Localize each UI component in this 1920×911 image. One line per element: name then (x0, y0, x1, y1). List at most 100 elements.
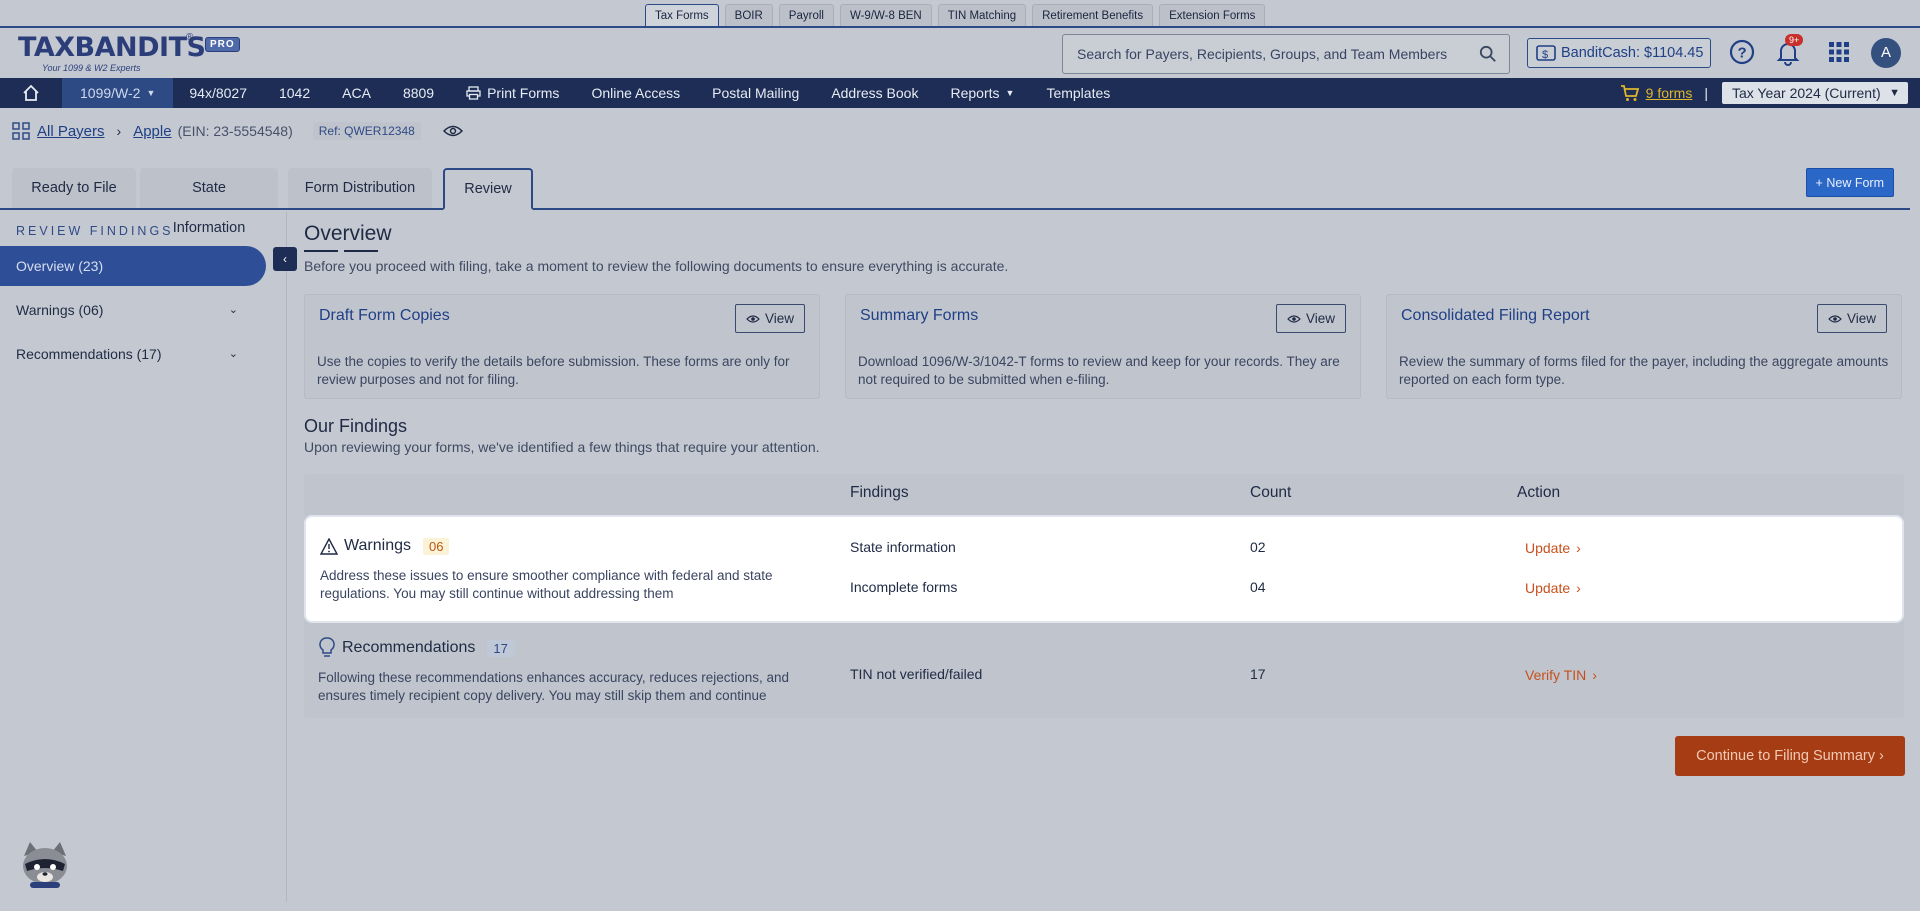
breadcrumb-all-payers[interactable]: All Payers (37, 123, 105, 140)
card-consolidated-filing-report: Consolidated Filing Report View Review t… (1386, 294, 1902, 399)
product-tab-boir[interactable]: BOIR (724, 4, 773, 26)
chevron-down-icon: ⌄ (228, 348, 238, 360)
raccoon-mascot-icon[interactable] (18, 838, 72, 890)
svg-text:$: $ (1542, 49, 1548, 61)
tab-state-information[interactable]: State Information (140, 168, 278, 236)
taxbandits-logo[interactable]: TAXBANDITS ® Your 1099 & W2 Experts PRO (18, 32, 240, 74)
product-tab-payroll[interactable]: Payroll (778, 4, 834, 26)
tab-review[interactable]: Review (443, 168, 533, 210)
product-tab-tin-matching[interactable]: TIN Matching (937, 4, 1027, 26)
app-grid-icon[interactable] (1825, 38, 1853, 66)
verify-tin-label: Verify TIN (1525, 667, 1587, 683)
nav-94x-8027[interactable]: 94x/8027 (173, 78, 263, 108)
nav-8809[interactable]: 8809 (387, 78, 450, 108)
chevron-down-icon: ▼ (1889, 87, 1900, 99)
sidebar-collapse-button[interactable]: ‹ (273, 247, 297, 271)
sidebar-item-recommendations[interactable]: Recommendations (17) ⌄ (0, 334, 266, 374)
nav-separator: | (1704, 85, 1708, 101)
nav-1099-w2-label: 1099/W-2 (80, 85, 141, 101)
tab-ready-to-file[interactable]: Ready to File (12, 168, 136, 208)
nav-1042[interactable]: 1042 (263, 78, 326, 108)
product-tab-retirement-benefits[interactable]: Retirement Benefits (1032, 4, 1154, 26)
logo-wordmark: TAXBANDITS (18, 32, 206, 63)
search-input[interactable] (1077, 43, 1467, 65)
warning-triangle-icon (320, 537, 338, 555)
logo-registered-mark: ® (186, 32, 194, 43)
eye-icon (1287, 314, 1301, 323)
card-description: Download 1096/W-3/1042-T forms to review… (858, 354, 1340, 387)
count-incomplete-forms: 04 (1250, 579, 1266, 595)
title-underline (344, 250, 378, 252)
tab-form-distribution[interactable]: Form Distribution (288, 168, 432, 208)
nav-1099-w2[interactable]: 1099/W-2 ▼ (62, 78, 174, 108)
help-icon[interactable]: ? (1728, 38, 1756, 66)
chevron-right-icon: › (1576, 540, 1581, 556)
product-tab-strip: Tax Forms BOIR Payroll W-9/W-8 BEN TIN M… (0, 0, 1920, 28)
product-tab-w9-w8ben[interactable]: W-9/W-8 BEN (839, 4, 932, 26)
card-summary-forms: Summary Forms View Download 1096/W-3/104… (845, 294, 1361, 399)
chevron-down-icon: ▼ (1005, 88, 1015, 98)
cart-link[interactable]: 9 forms (1620, 84, 1692, 102)
view-label: View (1305, 311, 1336, 326)
count-state-information: 02 (1250, 539, 1266, 555)
nav-print-forms-label: Print Forms (487, 85, 560, 101)
home-icon (23, 84, 39, 101)
tax-year-select[interactable]: Tax Year 2024 (Current) ▼ (1722, 82, 1908, 104)
card-draft-form-copies: Draft Form Copies View Use the copies to… (304, 294, 820, 399)
pro-badge: PRO (205, 37, 240, 52)
recommendations-count-badge: 17 (487, 639, 514, 657)
nav-reports[interactable]: Reports ▼ (934, 78, 1030, 108)
nav-right-group: 9 forms | Tax Year 2024 (Current) ▼ (1620, 78, 1920, 108)
bandit-cash-button[interactable]: $ BanditCash: $1104.45 (1527, 38, 1711, 68)
breadcrumb-payer[interactable]: Apple (133, 123, 171, 140)
recommendations-row: Recommendations 17 Following these recom… (304, 625, 1904, 718)
view-button[interactable]: View (1276, 304, 1346, 333)
logo-tagline: Your 1099 & W2 Experts (42, 63, 141, 73)
sidebar-item-warnings-label: Warnings (06) (16, 302, 104, 318)
cart-icon (1620, 85, 1639, 101)
lightbulb-icon (319, 637, 335, 657)
breadcrumb: All Payers › Apple (EIN: 23-5554548) Ref… (0, 110, 1920, 152)
eye-icon[interactable] (442, 124, 463, 138)
update-incomplete-forms-button[interactable]: Update › (1525, 580, 1581, 596)
view-button[interactable]: View (735, 304, 805, 333)
nav-address-book[interactable]: Address Book (815, 78, 934, 108)
home-button[interactable] (0, 78, 62, 108)
nav-aca[interactable]: ACA (326, 78, 387, 108)
sidebar-item-warnings[interactable]: Warnings (06) ⌄ (0, 290, 266, 330)
search-icon[interactable] (1479, 45, 1497, 63)
recommendations-label: Recommendations (342, 639, 476, 656)
main-navbar: 1099/W-2 ▼ 94x/8027 1042 ACA 8809 Print … (0, 78, 1920, 108)
new-form-button[interactable]: + New Form (1805, 168, 1894, 197)
chevron-down-icon: ⌄ (228, 304, 238, 316)
overview-title: Overview (304, 222, 392, 245)
card-description: Use the copies to verify the details bef… (317, 354, 790, 387)
product-tab-extension-forms[interactable]: Extension Forms (1159, 4, 1266, 26)
warnings-count-badge: 06 (422, 537, 450, 555)
update-label: Update (1525, 540, 1571, 556)
nav-postal-mailing[interactable]: Postal Mailing (696, 78, 815, 108)
notification-badge: 9+ (1785, 34, 1804, 46)
product-tab-tax-forms[interactable]: Tax Forms (645, 4, 719, 26)
header-findings: Findings (850, 484, 909, 501)
nav-print-forms[interactable]: Print Forms (450, 78, 575, 108)
update-label: Update (1525, 580, 1571, 596)
user-avatar[interactable]: A (1871, 38, 1901, 68)
verify-tin-button[interactable]: Verify TIN › (1525, 667, 1597, 683)
header-action: Action (1517, 484, 1561, 501)
continue-to-filing-summary-button[interactable]: Continue to Filing Summary › (1675, 736, 1905, 776)
nav-online-access[interactable]: Online Access (575, 78, 696, 108)
view-button[interactable]: View (1817, 304, 1887, 333)
review-page-tabs: Ready to File State Information Form Dis… (0, 168, 1910, 236)
new-form-label: New Form (1826, 176, 1884, 190)
nav-reports-label: Reports (950, 85, 1000, 101)
sidebar-item-overview[interactable]: Overview (23) (0, 246, 266, 286)
review-sidebar: REVIEW FINDINGS Overview (23) Warnings (… (0, 212, 287, 902)
card-title: Summary Forms (860, 307, 979, 324)
update-state-information-button[interactable]: Update › (1525, 540, 1581, 556)
overview-subtitle: Before you proceed with filing, take a m… (304, 258, 1009, 274)
nav-templates[interactable]: Templates (1030, 78, 1126, 108)
card-description: Review the summary of forms filed for th… (1399, 354, 1889, 387)
continue-label: Continue to Filing Summary (1696, 748, 1876, 764)
app-header: TAXBANDITS ® Your 1099 & W2 Experts PRO … (0, 28, 1920, 78)
